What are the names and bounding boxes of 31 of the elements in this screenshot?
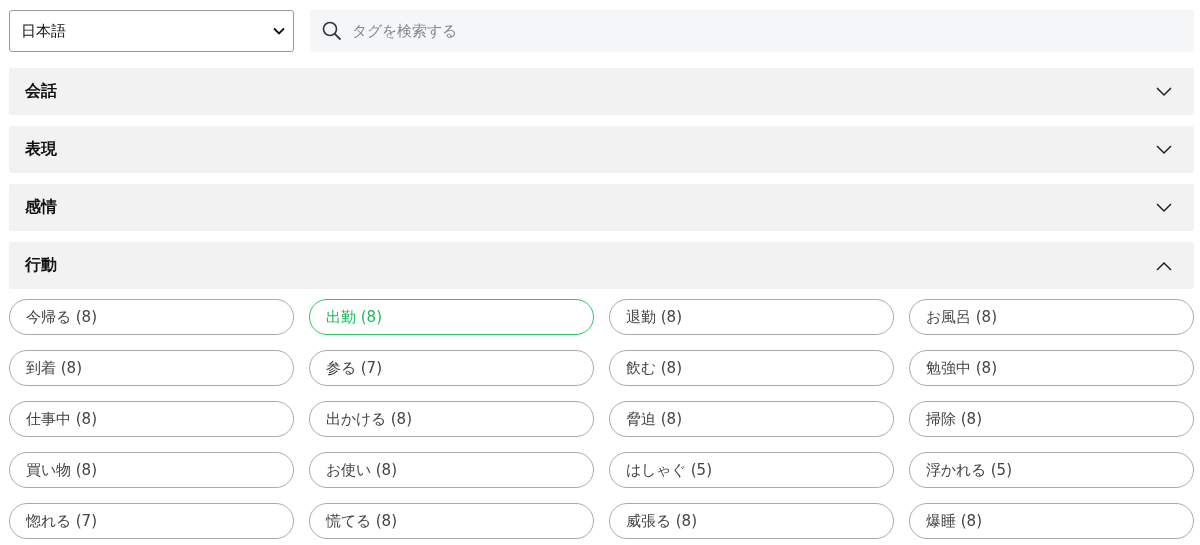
tag-chip[interactable]: 仕事中 (8): [9, 401, 294, 437]
tag-chip[interactable]: 惚れる (7): [9, 503, 294, 539]
tag-chip[interactable]: 掃除 (8): [909, 401, 1194, 437]
caret-icon: [273, 27, 285, 35]
chevron-icon: [1156, 144, 1172, 155]
chevron-icon: [1156, 202, 1172, 213]
tag-chip[interactable]: 飲む (8): [609, 350, 894, 386]
tag-chip[interactable]: 出かける (8): [309, 401, 594, 437]
accordion-header[interactable]: 会話: [9, 68, 1194, 115]
search-field[interactable]: タグを検索する: [310, 10, 1194, 52]
tag-chip[interactable]: 買い物 (8): [9, 452, 294, 488]
tag-chip[interactable]: 威張る (8): [609, 503, 894, 539]
accordion-header[interactable]: 行動: [9, 242, 1194, 289]
tag-chip[interactable]: お使い (8): [309, 452, 594, 488]
tag-chip[interactable]: 到着 (8): [9, 350, 294, 386]
tag-chip[interactable]: 参る (7): [309, 350, 594, 386]
tag-chip[interactable]: 勉強中 (8): [909, 350, 1194, 386]
tag-chip[interactable]: 浮かれる (5): [909, 452, 1194, 488]
tag-chip[interactable]: 爆睡 (8): [909, 503, 1194, 539]
tag-chip[interactable]: 退勤 (8): [609, 299, 894, 335]
tag-chip[interactable]: お風呂 (8): [909, 299, 1194, 335]
tag-chip[interactable]: 脅迫 (8): [609, 401, 894, 437]
tag-chip[interactable]: 今帰る (8): [9, 299, 294, 335]
search-icon: [322, 21, 342, 41]
chevron-icon: [1156, 86, 1172, 97]
accordion-header[interactable]: 表現: [9, 126, 1194, 173]
accordion-header[interactable]: 感情: [9, 184, 1194, 231]
language-select[interactable]: 日本語: [9, 10, 294, 52]
tag-chip[interactable]: 慌てる (8): [309, 503, 594, 539]
tag-chip[interactable]: はしゃぐ (5): [609, 452, 894, 488]
chevron-icon: [1156, 260, 1172, 271]
